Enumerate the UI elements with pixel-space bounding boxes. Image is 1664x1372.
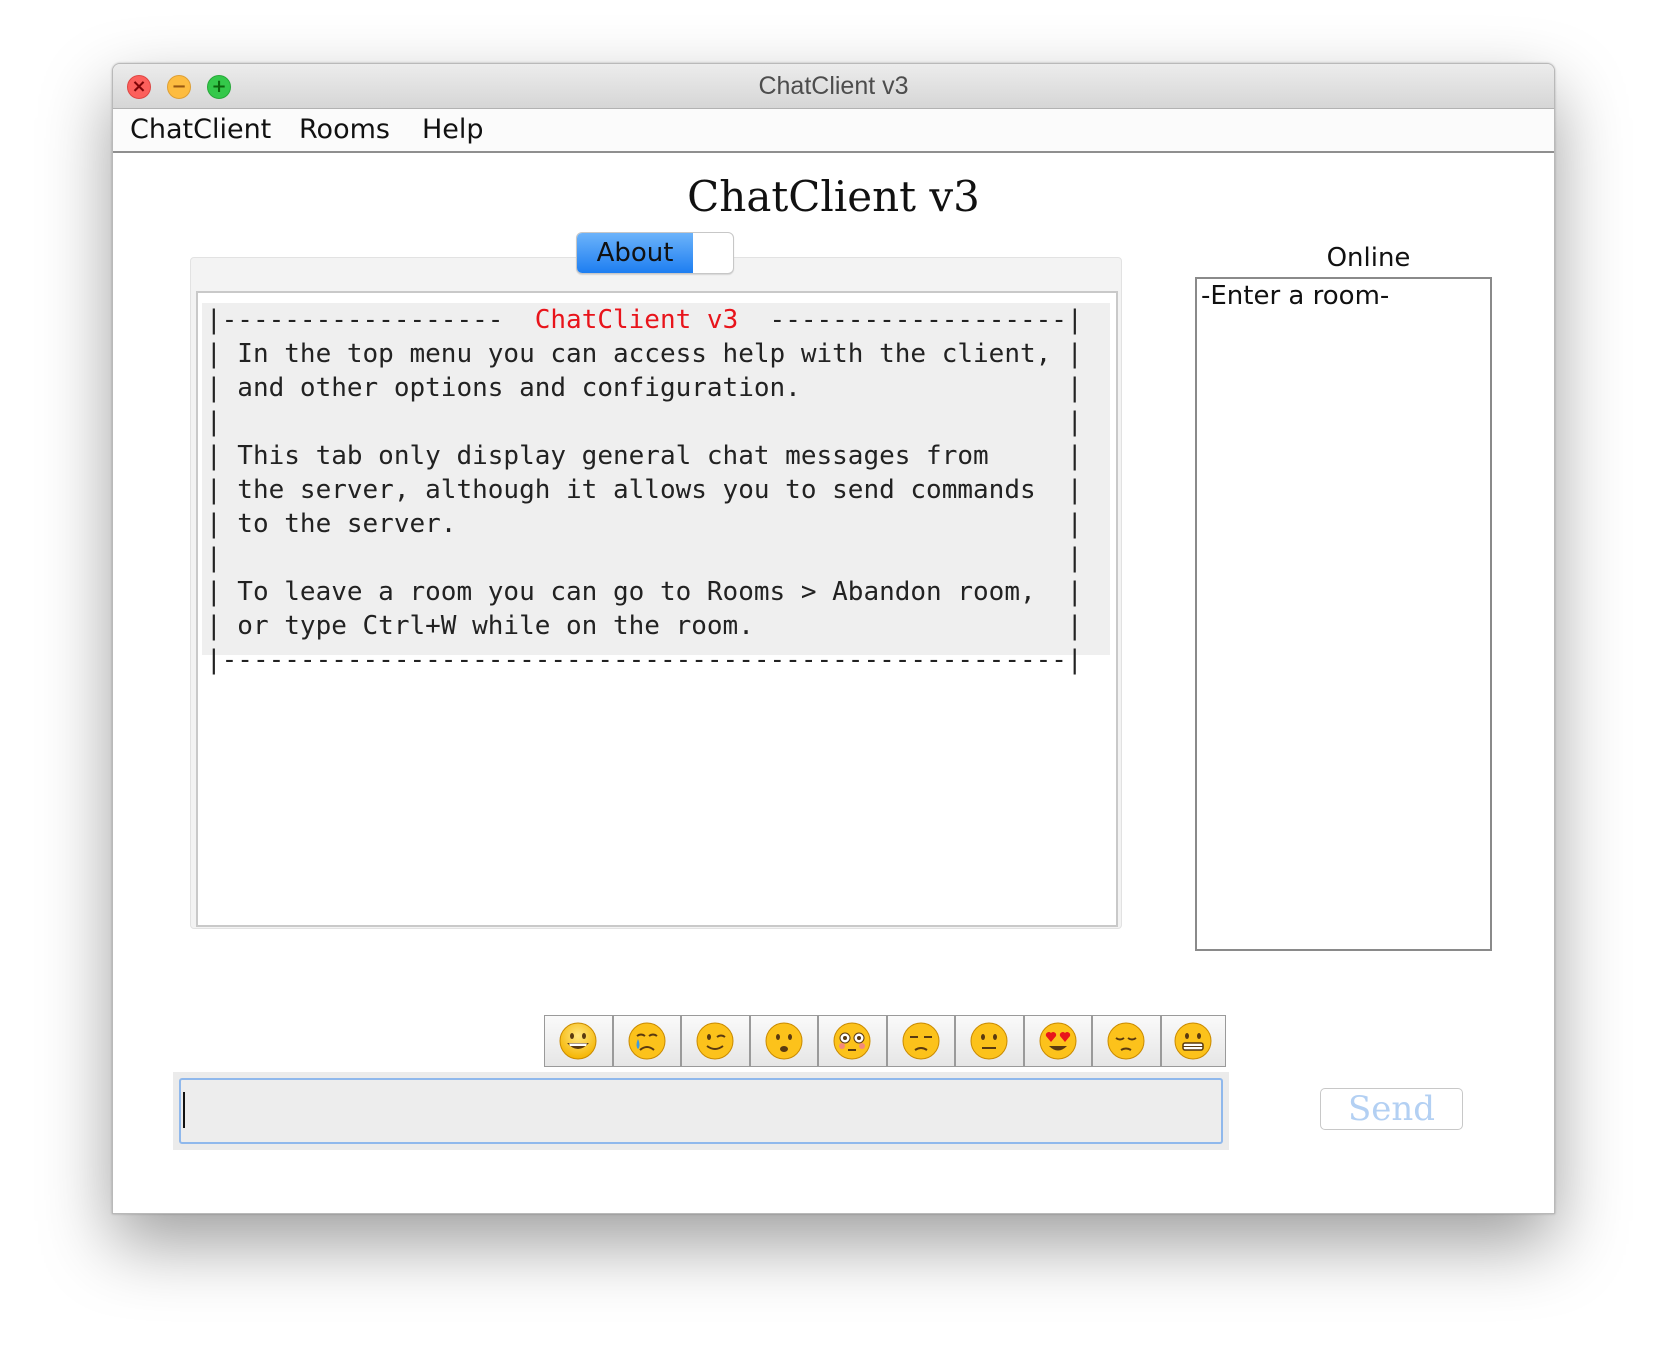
page-title: ChatClient v3	[687, 172, 980, 221]
banner-line: | or type Ctrl+W while on the room. |	[206, 611, 1083, 641]
banner-line: | and other options and configuration. |	[206, 373, 1083, 403]
emoji-toolbar	[544, 1015, 1226, 1067]
emoji-button-heart-eyes[interactable]	[1024, 1016, 1093, 1066]
heart-eyes-face-icon	[1039, 1022, 1077, 1060]
banner-line: | This tab only display general chat mes…	[206, 441, 1083, 471]
message-input[interactable]	[179, 1078, 1223, 1144]
grinning-face-icon	[559, 1022, 597, 1060]
banner-line: | the server, although it allows you to …	[206, 475, 1083, 505]
emoji-button-flushed[interactable]	[819, 1016, 888, 1066]
emoji-button-neutral[interactable]	[956, 1016, 1025, 1066]
about-banner: |------------------ ChatClient v3 ------…	[202, 303, 1110, 675]
banner-title: ChatClient v3	[534, 305, 739, 335]
send-button[interactable]: Send	[1320, 1088, 1463, 1130]
banner-line: | to the server. |	[206, 509, 1083, 539]
banner-bottom-border: |---------------------------------------…	[206, 645, 1083, 675]
banner-line: | In the top menu you can access help wi…	[206, 339, 1083, 369]
online-users-list[interactable]: -Enter a room-	[1195, 277, 1492, 951]
banner-top-border: |------------------ ChatClient v3 ------…	[202, 303, 1110, 337]
tab-about[interactable]: About	[577, 233, 693, 273]
pensive-face-icon	[1107, 1022, 1145, 1060]
grimacing-face-icon	[1174, 1022, 1212, 1060]
winking-face-icon	[696, 1022, 734, 1060]
crying-face-icon	[628, 1022, 666, 1060]
online-label: Online	[1326, 243, 1411, 273]
menu-bar: ChatClient Rooms Help	[113, 109, 1554, 153]
text-caret	[183, 1092, 185, 1128]
unamused-face-icon	[902, 1022, 940, 1060]
title-bar[interactable]: × − + ChatClient v3	[113, 64, 1554, 109]
emoji-button-pensive[interactable]	[1093, 1016, 1162, 1066]
emoji-button-crying[interactable]	[613, 1016, 682, 1066]
tab-strip: About	[576, 232, 734, 274]
chat-client-window: × − + ChatClient v3 ChatClient Rooms Hel…	[112, 63, 1555, 1214]
menu-rooms[interactable]: Rooms	[299, 109, 390, 151]
banner-top-right: -------------------|	[738, 305, 1083, 335]
emoji-button-grimacing[interactable]	[1161, 1016, 1226, 1066]
banner-top-left: |------------------	[206, 305, 535, 335]
window-title: ChatClient v3	[758, 72, 909, 100]
banner-line: | |	[206, 407, 1083, 437]
list-item[interactable]: -Enter a room-	[1201, 281, 1389, 311]
chat-log-area[interactable]: |------------------ ChatClient v3 ------…	[196, 291, 1118, 927]
emoji-button-unamused[interactable]	[887, 1016, 956, 1066]
message-input-wrapper	[173, 1072, 1229, 1150]
emoji-button-grinning[interactable]	[545, 1016, 614, 1066]
banner-line: | To leave a room you can go to Rooms > …	[206, 577, 1083, 607]
menu-chatclient[interactable]: ChatClient	[130, 109, 271, 151]
emoji-button-anguished[interactable]	[750, 1016, 819, 1066]
emoji-button-winking[interactable]	[682, 1016, 751, 1066]
neutral-face-icon	[970, 1022, 1008, 1060]
flushed-face-icon	[833, 1022, 871, 1060]
anguished-face-icon	[765, 1022, 803, 1060]
banner-line: | |	[206, 543, 1083, 573]
menu-help[interactable]: Help	[422, 109, 484, 151]
